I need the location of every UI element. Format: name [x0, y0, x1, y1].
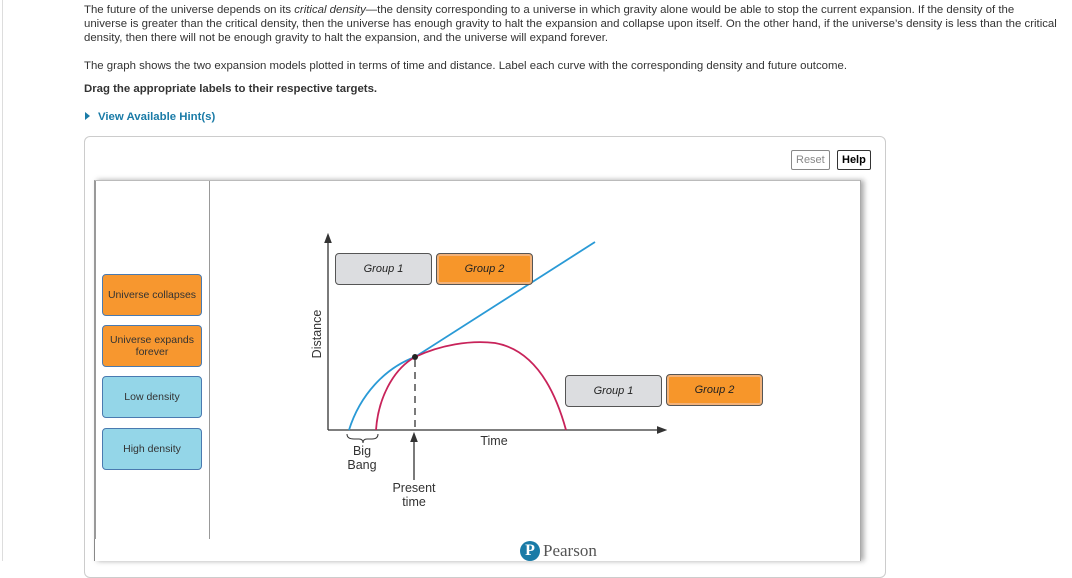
present-point [412, 354, 418, 360]
target-text: Group 2 [694, 384, 735, 396]
big-bang-label-line2: Bang [347, 458, 376, 472]
pearson-brand: P Pearson [520, 541, 597, 561]
y-axis-label: Distance [310, 310, 324, 359]
present-label-line2: time [402, 495, 426, 509]
collapsing-curve [375, 341, 567, 431]
target-text: Group 2 [464, 263, 505, 275]
expansion-diagram: Distance Time Big Bang Present time [310, 232, 668, 509]
target-text: Group 1 [593, 385, 634, 397]
pearson-logo-icon: P [520, 541, 540, 561]
x-axis-label: Time [480, 434, 507, 448]
pearson-wordmark: Pearson [543, 541, 597, 560]
drop-target-lower-group-1[interactable]: Group 1 [565, 375, 662, 407]
present-label-line1: Present [392, 481, 436, 495]
big-bang-label-line1: Big [353, 444, 371, 458]
target-text: Group 1 [363, 263, 404, 275]
drop-target-lower-group-2[interactable]: Group 2 [666, 374, 763, 406]
drop-target-upper-group-1[interactable]: Group 1 [335, 253, 432, 285]
drop-target-upper-group-2[interactable]: Group 2 [436, 253, 533, 285]
big-bang-brace [346, 433, 379, 444]
